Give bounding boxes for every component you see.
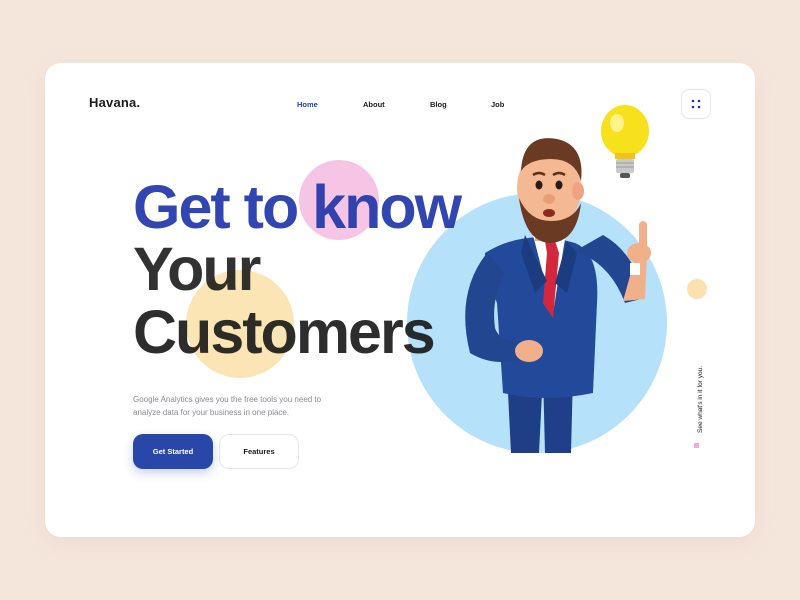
features-button[interactable]: Features [219,434,299,469]
logo[interactable]: Havana. [89,95,140,110]
businessman-illustration [465,105,651,453]
lightbulb-icon [601,105,649,178]
headline-line-3: Customers [133,298,436,366]
hero-card: Havana. Home About Blog Job Get to know … [45,63,755,537]
nav-home[interactable]: Home [297,100,318,109]
nav-about[interactable]: About [363,100,385,109]
get-started-button[interactable]: Get Started [133,434,213,469]
small-yellow-dot-decoration [687,279,707,299]
menu-button[interactable] [681,89,711,119]
hero-description: Google Analytics gives you the free tool… [133,395,322,417]
headline-line-2: Your [133,235,261,303]
grid-dots-icon [691,99,701,109]
headline-line-1: Get to know [133,173,462,241]
side-marker [694,443,699,448]
side-link[interactable]: See what's in it for you. [697,366,704,433]
